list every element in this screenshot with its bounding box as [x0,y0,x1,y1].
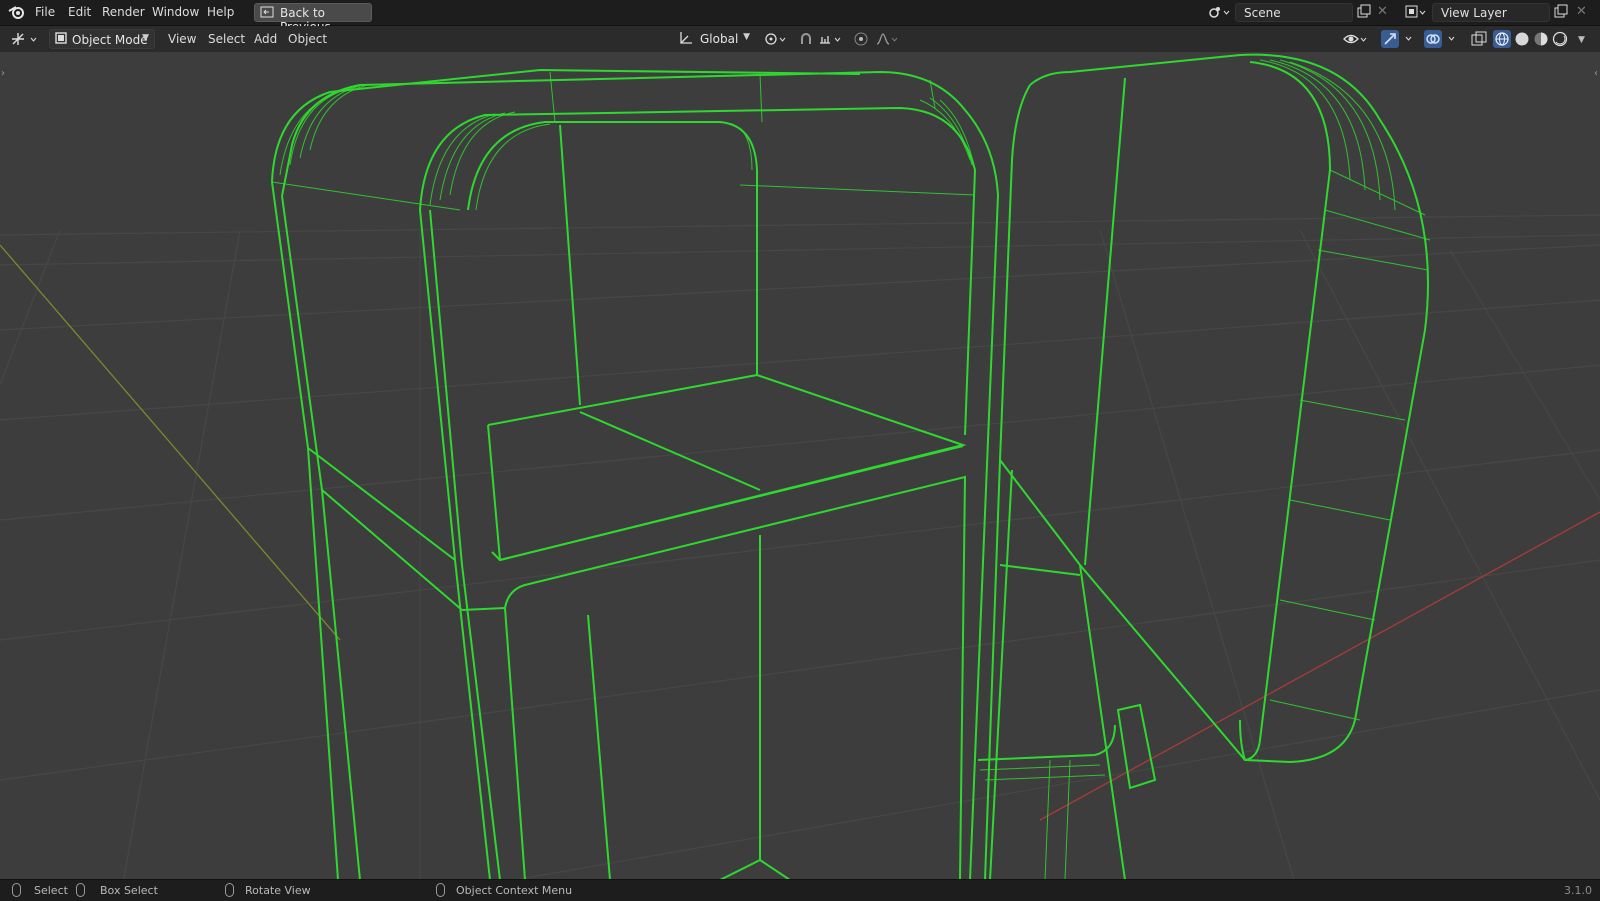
menu-add[interactable]: Add [254,32,277,46]
orientation-icon [678,30,694,51]
view-layer-selector-icon[interactable] [1405,4,1429,25]
object-mode-icon [54,31,68,50]
right-panel-toggle-icon[interactable]: ‹ [1594,68,1598,79]
rendered-shading-icon[interactable] [1552,31,1568,52]
new-view-layer-icon[interactable] [1554,4,1568,23]
blender-logo-icon[interactable] [8,4,26,25]
mode-label: Object Mode [72,33,148,47]
topbar: File Edit Render Window Help Back to Pre… [0,0,1600,34]
status-box-select: Box Select [100,884,158,897]
shading-options-chevron-icon[interactable]: ▼ [1578,32,1585,48]
material-shading-icon[interactable] [1533,31,1549,52]
view-layer-name: View Layer [1441,6,1507,20]
drag-mouse-icon [76,883,85,897]
status-rotate-view: Rotate View [245,884,311,897]
solid-shading-icon[interactable] [1514,31,1530,52]
fridge-door-wireframe [977,53,1429,879]
mode-dropdown[interactable]: Object Mode ▼ [49,29,155,49]
left-mouse-icon [12,883,21,897]
left-panel-toggle-icon[interactable]: › [1,68,5,79]
menu-object[interactable]: Object [288,32,327,46]
version-label: 3.1.0 [1564,884,1592,897]
middle-mouse-icon [225,883,234,897]
xray-toggle-icon[interactable] [1471,31,1487,52]
x-axis-line [1039,511,1600,821]
close-view-layer-icon[interactable]: ✕ [1576,4,1587,20]
menu-select[interactable]: Select [208,32,245,46]
view-layer-field[interactable]: View Layer [1432,3,1550,22]
falloff-icon[interactable] [875,31,901,52]
gizmo-toggle-icon[interactable] [1381,30,1421,53]
back-icon [260,5,274,24]
3d-viewport[interactable]: › ‹ [0,52,1600,879]
status-bar: Select Box Select Rotate View Object Con… [0,879,1600,901]
menu-file[interactable]: File [35,5,55,19]
snap-target-icon[interactable] [818,31,846,52]
fridge-bevel-lines [271,71,976,211]
menu-edit[interactable]: Edit [68,5,91,19]
floor-grid [0,214,1600,879]
right-mouse-icon [436,883,445,897]
menu-window[interactable]: Window [152,5,199,19]
menu-render[interactable]: Render [102,5,145,19]
chevron-down-icon: ▼ [743,32,750,42]
viewport-canvas [0,53,1600,879]
scene-selector-icon[interactable] [1207,4,1231,25]
overlays-toggle-icon[interactable] [1424,30,1464,53]
scene-name: Scene [1244,6,1281,20]
close-scene-icon[interactable]: ✕ [1377,4,1388,20]
viewport-header: Object Mode ▼ View Select Add Object Glo… [0,26,1600,52]
transform-orientation-dropdown[interactable]: Global ▼ [675,29,755,49]
menu-view[interactable]: View [168,32,196,46]
scene-field[interactable]: Scene [1235,3,1353,22]
pivot-point-icon[interactable] [764,31,790,52]
proportional-editing-icon[interactable] [853,31,869,52]
back-to-previous-button[interactable]: Back to Previous [254,3,372,34]
orientation-label: Global [700,32,739,46]
status-select: Select [34,884,68,897]
visibility-icon[interactable] [1343,31,1371,52]
new-scene-icon[interactable] [1357,4,1371,23]
wireframe-shading-icon[interactable] [1493,30,1511,53]
status-context-menu: Object Context Menu [456,884,573,897]
editor-type-icon[interactable] [10,31,40,52]
menu-help[interactable]: Help [207,5,234,19]
snap-toggle-icon[interactable] [798,31,814,52]
chevron-down-icon: ▼ [142,33,149,43]
